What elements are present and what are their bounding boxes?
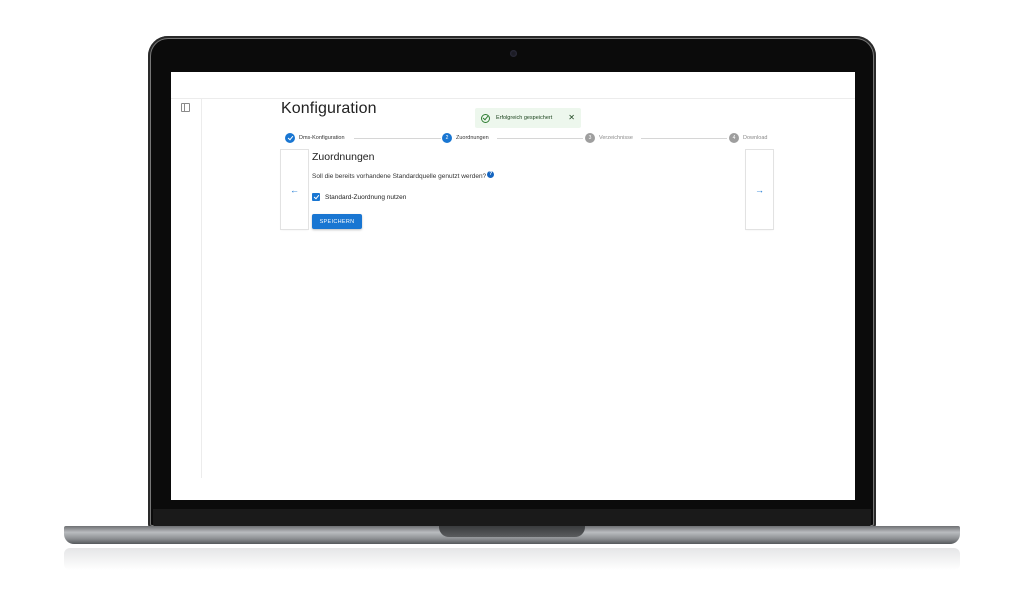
step-label: Download: [743, 135, 768, 141]
sidebar-divider: [201, 98, 202, 478]
section-title: Zuordnungen: [312, 151, 375, 163]
step-label: Zuordnungen: [456, 135, 489, 141]
close-icon[interactable]: ✕: [568, 114, 575, 122]
step-connector: [641, 138, 727, 139]
next-step-button[interactable]: →: [746, 150, 773, 229]
stepper: Dms-Konfiguration 2 Zuordnungen 3 Verzei…: [285, 133, 771, 143]
step-connector: [354, 138, 441, 139]
standard-mapping-checkbox-row[interactable]: Standard-Zuordnung nutzen: [312, 193, 406, 201]
sidebar-toggle-icon[interactable]: [181, 103, 190, 112]
help-icon[interactable]: ?: [487, 171, 495, 178]
camera-icon: [510, 50, 517, 57]
checkbox-label: Standard-Zuordnung nutzen: [325, 193, 407, 201]
page-title: Konfiguration: [281, 100, 377, 117]
check-icon: [285, 133, 295, 143]
laptop-hinge-notch: [439, 526, 585, 537]
step-zuordnungen[interactable]: 2 Zuordnungen: [442, 133, 489, 143]
laptop-reflection: [64, 548, 960, 570]
question-row: Soll die bereits vorhandene Standardquel…: [312, 171, 495, 180]
step-download[interactable]: 4 Download: [729, 133, 767, 143]
step-connector: [497, 138, 583, 139]
previous-step-button[interactable]: ←: [281, 150, 308, 229]
app-screen: Konfiguration Erfolgreich gespeichert ✕ …: [171, 72, 855, 500]
header-divider: [171, 98, 855, 99]
step-label: Verzeichnisse: [599, 135, 633, 141]
success-toast: Erfolgreich gespeichert ✕: [475, 108, 581, 128]
check-circle-icon: [481, 113, 490, 123]
step-number: 2: [442, 133, 452, 143]
save-button[interactable]: SPEICHERN: [312, 214, 362, 229]
step-number: 3: [585, 133, 595, 143]
standard-mapping-checkbox[interactable]: [312, 193, 320, 201]
arrow-left-icon: ←: [290, 184, 299, 195]
laptop-bezel: [153, 509, 871, 527]
step-label: Dms-Konfiguration: [299, 135, 345, 141]
question-text: Soll die bereits vorhandene Standardquel…: [312, 173, 487, 180]
step-verzeichnisse[interactable]: 3 Verzeichnisse: [585, 133, 633, 143]
toast-message: Erfolgreich gespeichert: [496, 115, 553, 121]
step-dms-konfiguration[interactable]: Dms-Konfiguration: [285, 133, 345, 143]
step-number: 4: [729, 133, 739, 143]
arrow-right-icon: →: [755, 184, 764, 195]
